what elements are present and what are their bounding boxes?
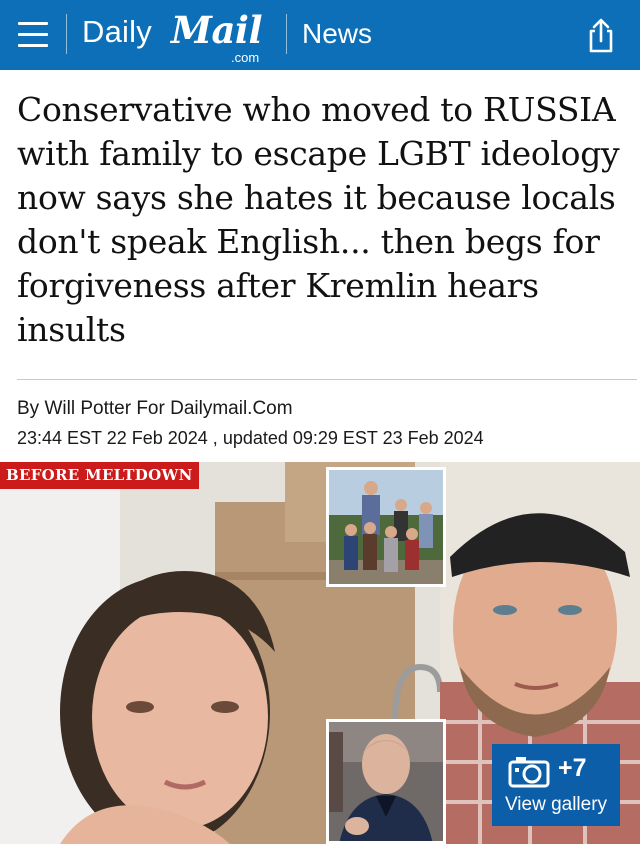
byline-prefix: By <box>17 398 40 419</box>
hamburger-menu-icon[interactable] <box>18 22 48 48</box>
article-dateline: 23:44 EST 22 Feb 2024 , updated 09:29 ES… <box>17 428 484 448</box>
kremlin-inset-image <box>326 719 446 844</box>
share-icon[interactable] <box>583 18 619 54</box>
header-divider <box>66 14 67 54</box>
section-news-link[interactable]: News <box>302 18 372 50</box>
camera-icon <box>508 756 550 788</box>
family-inset-image <box>326 467 446 587</box>
gallery-count: +7 <box>558 754 587 782</box>
logo-daily-text: Daily <box>82 14 152 49</box>
author-link[interactable]: Will Potter For Dailymail.Com <box>44 398 292 419</box>
article-headline: Conservative who moved to RUSSIA with fa… <box>17 90 620 349</box>
byline: By Will Potter For Dailymail.Com <box>17 398 293 420</box>
app-header: Daily Mail .com News <box>0 0 640 70</box>
logo-mail-text: Mail <box>171 8 263 52</box>
hero-tag-label: BEFORE MELTDOWN <box>0 462 199 489</box>
header-divider <box>286 14 287 54</box>
view-gallery-button[interactable]: +7 View gallery <box>492 744 620 826</box>
logo-domain-text: .com <box>231 50 260 65</box>
gallery-label: View gallery <box>504 794 608 815</box>
headline-divider <box>17 379 637 380</box>
